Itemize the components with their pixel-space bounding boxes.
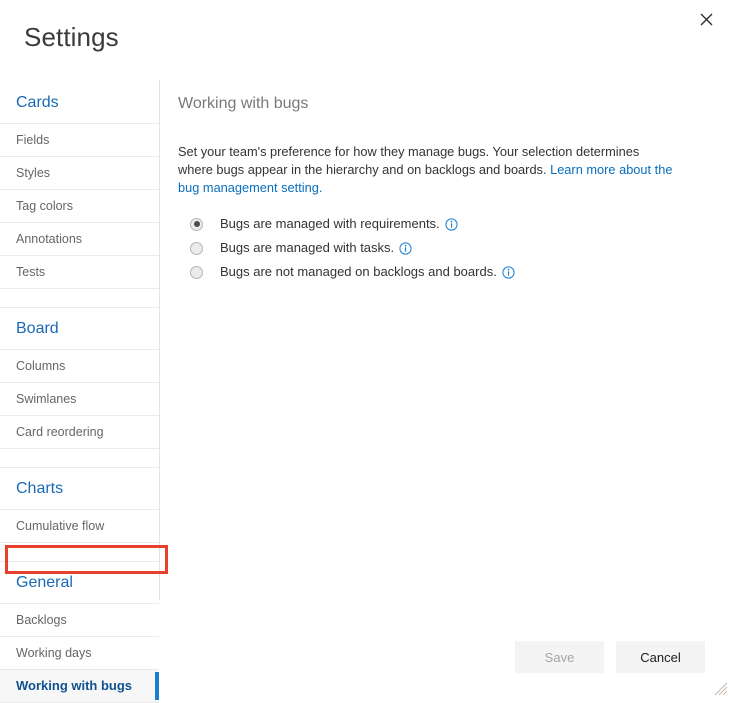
save-button[interactable]: Save — [515, 641, 604, 673]
info-icon[interactable] — [399, 242, 412, 255]
sidebar-section-general: General Backlogs Working days Working with … — [0, 561, 159, 703]
page-title: Settings — [24, 20, 119, 54]
description-text: Set your team's preference for how they … — [178, 143, 673, 197]
sidebar-item-label: Backlogs — [16, 613, 67, 627]
sidebar-section-cards: Cards Fields Styles Tag colors Annotations Te… — [0, 82, 159, 289]
sidebar-divider — [159, 80, 160, 600]
sidebar-item-card-reordering[interactable]: Card reordering — [0, 416, 159, 449]
sidebar-item-styles[interactable]: Styles — [0, 157, 159, 190]
radio-label-0: Bugs are managed with requirements. — [220, 215, 440, 233]
sidebar-item-label: Annotations — [16, 232, 82, 246]
bug-management-radio-group: Bugs are managed with requirements. Bugs … — [190, 215, 678, 281]
radio-option-1[interactable]: Bugs are managed with tasks. — [190, 239, 678, 257]
content-title: Working with bugs — [178, 93, 678, 115]
radio-label-2: Bugs are not managed on backlogs and boa… — [220, 263, 497, 281]
sidebar-item-label: Tests — [16, 265, 45, 279]
radio-button-0[interactable] — [190, 218, 203, 231]
sidebar-item-label: Swimlanes — [16, 392, 76, 406]
sidebar-item-tag-colors[interactable]: Tag colors — [0, 190, 159, 223]
settings-dialog: Settings Cards Fields Styles Tag colors Anno… — [0, 0, 730, 698]
radio-option-2[interactable]: Bugs are not managed on backlogs and boa… — [190, 263, 678, 281]
info-icon[interactable] — [445, 218, 458, 231]
resize-grip-icon[interactable] — [714, 682, 728, 696]
sidebar-header-cards: Cards — [0, 82, 159, 124]
sidebar-header-general: General — [0, 561, 159, 604]
radio-button-2[interactable] — [190, 266, 203, 279]
settings-sidebar: Cards Fields Styles Tag colors Annotations Te… — [0, 82, 159, 600]
dialog-footer: Save Cancel — [515, 641, 705, 673]
sidebar-section-board: Board Columns Swimlanes Card reordering — [0, 307, 159, 449]
sidebar-item-label: Working with bugs — [16, 678, 132, 693]
sidebar-selection-indicator — [155, 672, 159, 700]
sidebar-section-charts: Charts Cumulative flow — [0, 467, 159, 543]
sidebar-item-label: Columns — [16, 359, 65, 373]
sidebar-item-label: Styles — [16, 166, 50, 180]
sidebar-header-board: Board — [0, 307, 159, 350]
close-button[interactable] — [690, 4, 722, 34]
sidebar-item-label: Working days — [16, 646, 92, 660]
radio-button-1[interactable] — [190, 242, 203, 255]
sidebar-item-label: Fields — [16, 133, 49, 147]
settings-content: Working with bugs Set your team's prefer… — [178, 93, 678, 287]
radio-option-0[interactable]: Bugs are managed with requirements. — [190, 215, 678, 233]
sidebar-item-fields[interactable]: Fields — [0, 124, 159, 157]
sidebar-item-label: Tag colors — [16, 199, 73, 213]
sidebar-item-label: Cumulative flow — [16, 519, 104, 533]
sidebar-item-tests[interactable]: Tests — [0, 256, 159, 289]
sidebar-header-charts: Charts — [0, 467, 159, 510]
info-icon[interactable] — [502, 266, 515, 279]
radio-label-1: Bugs are managed with tasks. — [220, 239, 394, 257]
sidebar-item-columns[interactable]: Columns — [0, 350, 159, 383]
sidebar-item-working-days[interactable]: Working days — [0, 637, 159, 670]
sidebar-item-annotations[interactable]: Annotations — [0, 223, 159, 256]
close-icon — [700, 13, 713, 26]
sidebar-item-working-with-bugs[interactable]: Working with bugs — [0, 670, 159, 703]
sidebar-item-cumulative-flow[interactable]: Cumulative flow — [0, 510, 159, 543]
cancel-button[interactable]: Cancel — [616, 641, 705, 673]
sidebar-item-swimlanes[interactable]: Swimlanes — [0, 383, 159, 416]
sidebar-item-label: Card reordering — [16, 425, 104, 439]
sidebar-item-backlogs[interactable]: Backlogs — [0, 604, 159, 637]
